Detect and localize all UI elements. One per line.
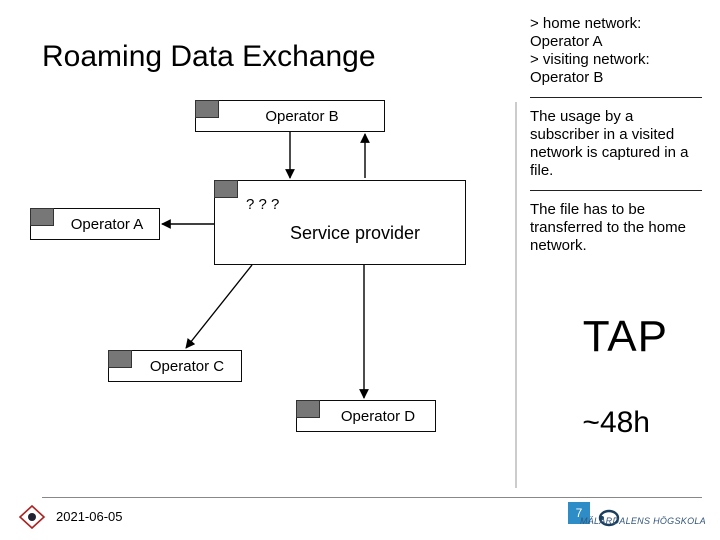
university-label: MÄLARDALENS HÖGSKOLA: [580, 516, 706, 526]
side-divider-2: [530, 190, 702, 191]
node-tab-icon: [296, 400, 320, 418]
side-note-1: > home network: Operator A > visiting ne…: [530, 15, 702, 87]
footer-date: 2021-06-05: [56, 509, 123, 524]
page-title: Roaming Data Exchange: [42, 40, 376, 74]
node-label: Operator D: [317, 408, 415, 425]
time-label: ~48h: [582, 406, 650, 440]
side-panel: > home network: Operator A > visiting ne…: [530, 15, 702, 265]
tap-label: TAP: [583, 312, 668, 362]
node-operator-a: Operator A: [30, 208, 160, 240]
side-divider-1: [530, 97, 702, 98]
node-label: Operator B: [241, 108, 338, 125]
node-label: Service provider: [260, 201, 420, 244]
node-operator-d: Operator D: [296, 400, 436, 432]
university-name: MÄLARDALENS HÖGSKOLA: [580, 516, 706, 526]
node-service-provider: Service provider: [214, 180, 466, 265]
question-marks: ? ? ?: [246, 196, 279, 213]
node-tab-icon: [30, 208, 54, 226]
side-note-3: The file has to be transferred to the ho…: [530, 201, 702, 255]
node-operator-b: Operator B: [195, 100, 385, 132]
side-note-2: The usage by a subscriber in a visited n…: [530, 108, 702, 180]
node-label: Operator A: [47, 216, 144, 233]
fer-logo-icon: [18, 504, 46, 530]
node-tab-icon: [108, 350, 132, 368]
footer-divider: [42, 497, 702, 498]
node-label: Operator C: [126, 358, 224, 375]
node-operator-c: Operator C: [108, 350, 242, 382]
node-tab-icon: [195, 100, 219, 118]
node-tab-icon: [214, 180, 238, 198]
